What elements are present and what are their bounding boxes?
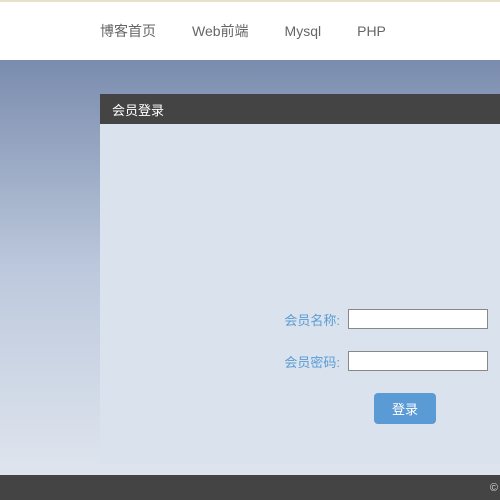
- footer: ©: [0, 475, 500, 500]
- panel-title: 会员登录: [112, 100, 164, 119]
- login-form: 会员名称: 会员密码: 登录: [100, 124, 500, 424]
- nav-item-home[interactable]: 博客首页: [100, 21, 156, 41]
- username-label: 会员名称:: [270, 310, 340, 329]
- panel-header: 会员登录: [100, 94, 500, 124]
- password-row: 会员密码:: [100, 351, 500, 371]
- password-label: 会员密码:: [270, 352, 340, 371]
- main-nav: 博客首页 Web前端 Mysql PHP: [0, 2, 500, 60]
- nav-item-mysql[interactable]: Mysql: [285, 23, 322, 39]
- submit-row: 登录: [100, 393, 500, 424]
- login-panel: 会员登录 会员名称: 会员密码: 登录: [100, 94, 500, 464]
- username-row: 会员名称:: [100, 309, 500, 329]
- footer-text: ©: [490, 482, 498, 494]
- nav-item-frontend[interactable]: Web前端: [192, 21, 249, 41]
- password-input[interactable]: [348, 351, 488, 371]
- username-input[interactable]: [348, 309, 488, 329]
- content-background: 会员登录 会员名称: 会员密码: 登录: [0, 60, 500, 475]
- nav-item-php[interactable]: PHP: [357, 23, 386, 39]
- login-button[interactable]: 登录: [374, 393, 436, 424]
